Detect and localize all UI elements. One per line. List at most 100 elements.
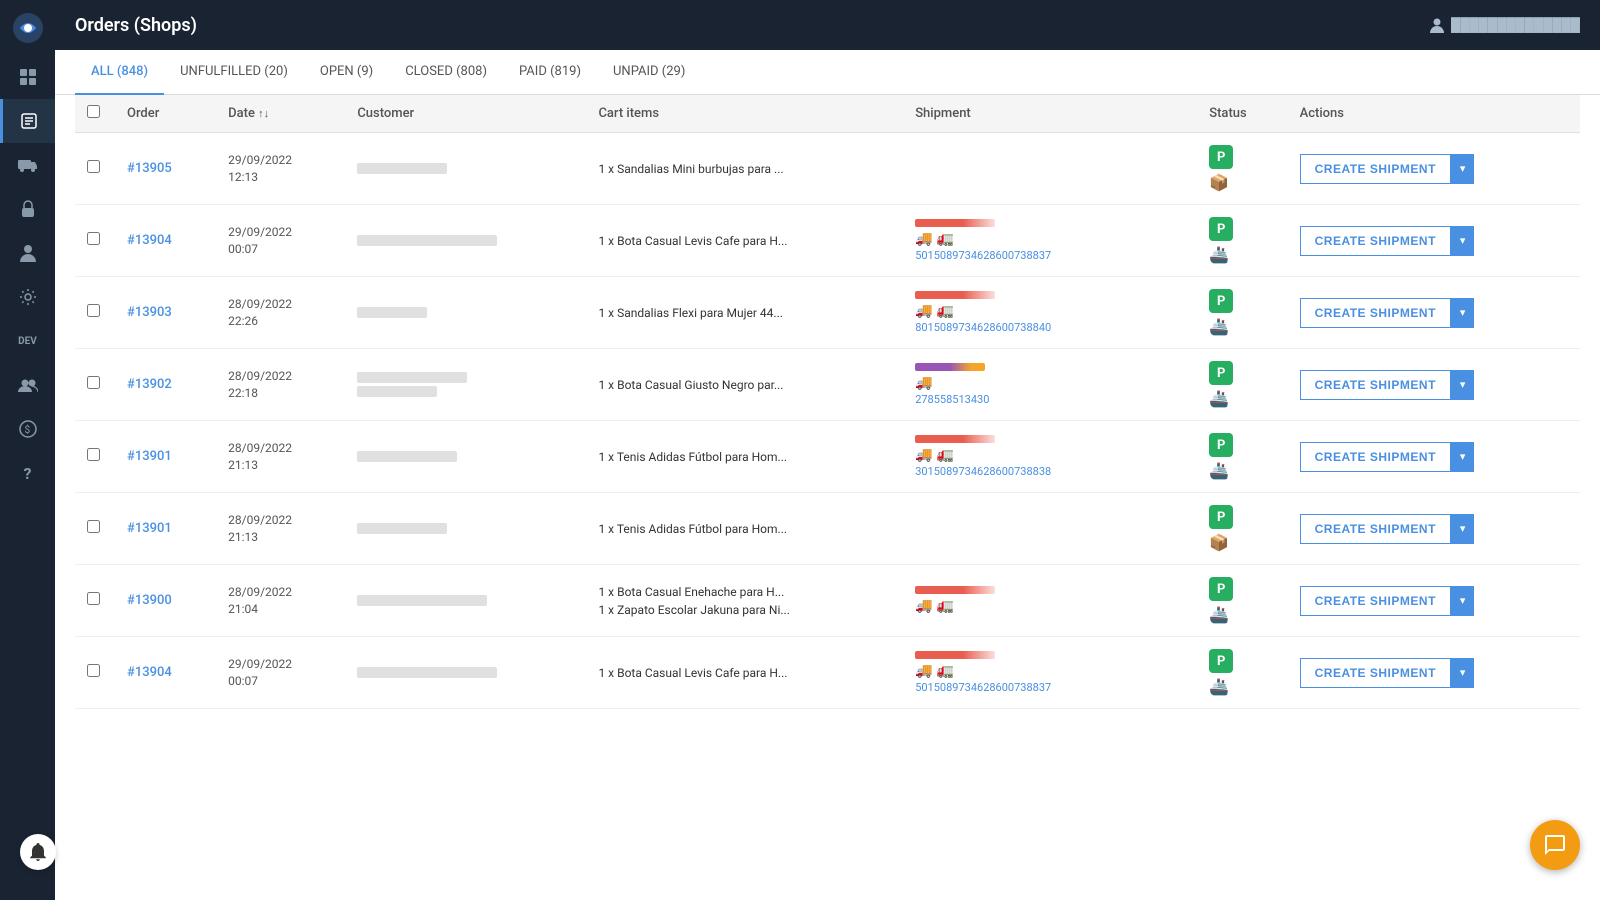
customer-name bbox=[357, 372, 467, 383]
create-shipment-button[interactable]: CREATE SHIPMENT bbox=[1300, 514, 1451, 544]
cart-item-text: 1 x Bota Casual Giusto Negro par... bbox=[598, 376, 891, 394]
cart-item-text: 1 x Sandalias Mini burbujas para ... bbox=[598, 160, 891, 178]
table-row: #1390328/09/202222:261 x Sandalias Flexi… bbox=[75, 277, 1580, 349]
cart-item-text: 1 x Tenis Adidas Fútbol para Hom... bbox=[598, 448, 891, 466]
cart-item-text: 1 x Bota Casual Enehache para H... bbox=[598, 583, 891, 601]
row-checkbox-4[interactable] bbox=[87, 448, 100, 461]
shipment-icon-row: 🚚 🚛 bbox=[915, 447, 1185, 463]
order-date: 29/09/202200:07 bbox=[228, 224, 333, 258]
orders-table: Order Date ↑↓ Customer Cart items Shipme… bbox=[75, 95, 1580, 709]
order-link[interactable]: #13904 bbox=[127, 233, 172, 248]
shipment-icon-row: 🚚 🚛 bbox=[915, 303, 1185, 319]
table-row: #1390128/09/202221:131 x Tenis Adidas Fú… bbox=[75, 421, 1580, 493]
status-badge-paid: P bbox=[1209, 361, 1233, 385]
shipment-icon-row: 🚚 🚛 bbox=[915, 231, 1185, 247]
sidebar-team-icon[interactable] bbox=[0, 363, 55, 407]
order-tabs: ALL (848) UNFULFILLED (20) OPEN (9) CLOS… bbox=[55, 50, 1600, 95]
logo[interactable] bbox=[0, 0, 55, 55]
sidebar-help-icon[interactable]: ? bbox=[0, 451, 55, 495]
row-checkbox-1[interactable] bbox=[87, 232, 100, 245]
select-all-checkbox[interactable] bbox=[87, 105, 100, 118]
create-shipment-dropdown[interactable]: ▾ bbox=[1451, 586, 1475, 616]
status-cell: P 📦 bbox=[1209, 145, 1275, 192]
content-area: ALL (848) UNFULFILLED (20) OPEN (9) CLOS… bbox=[55, 50, 1600, 900]
topbar: Orders (Shops) ██████████████ bbox=[55, 0, 1600, 50]
select-all-header[interactable] bbox=[75, 95, 115, 133]
cart-item-text: 1 x Zapato Escolar Jakuna para Ni... bbox=[598, 601, 891, 619]
create-shipment-dropdown[interactable]: ▾ bbox=[1451, 442, 1475, 472]
tab-closed[interactable]: CLOSED (808) bbox=[389, 50, 503, 95]
cart-item-text: 1 x Sandalias Flexi para Mujer 44... bbox=[598, 304, 891, 322]
order-link[interactable]: #13903 bbox=[127, 305, 172, 320]
user-name: ██████████████ bbox=[1451, 17, 1580, 33]
create-shipment-dropdown[interactable]: ▾ bbox=[1451, 298, 1475, 328]
create-shipment-button[interactable]: CREATE SHIPMENT bbox=[1300, 154, 1451, 184]
create-shipment-dropdown[interactable]: ▾ bbox=[1451, 154, 1475, 184]
order-link[interactable]: #13905 bbox=[127, 161, 172, 176]
shipment-label-bar bbox=[915, 651, 1185, 659]
order-link[interactable]: #13902 bbox=[127, 377, 172, 392]
sidebar-orders-icon[interactable] bbox=[0, 99, 55, 143]
order-link[interactable]: #13904 bbox=[127, 665, 172, 680]
table-row: #1390529/09/202212:131 x Sandalias Mini … bbox=[75, 133, 1580, 205]
tab-unpaid[interactable]: UNPAID (29) bbox=[597, 50, 701, 95]
status-cell: P 🚢 bbox=[1209, 433, 1275, 480]
status-badge-paid: P bbox=[1209, 433, 1233, 457]
user-menu[interactable]: ██████████████ bbox=[1429, 17, 1580, 33]
shipment-label-bar bbox=[915, 219, 1185, 227]
actions-column-header: Actions bbox=[1288, 95, 1580, 133]
status-icon-ship: 🚢 bbox=[1209, 245, 1229, 264]
order-date: 29/09/202200:07 bbox=[228, 656, 333, 690]
sidebar-grid-icon[interactable] bbox=[0, 55, 55, 99]
order-link[interactable]: #13901 bbox=[127, 521, 172, 536]
order-date: 28/09/202221:04 bbox=[228, 584, 333, 618]
create-shipment-button[interactable]: CREATE SHIPMENT bbox=[1300, 226, 1451, 256]
sidebar-dev-icon[interactable]: DEV bbox=[0, 319, 55, 363]
create-shipment-dropdown[interactable]: ▾ bbox=[1451, 658, 1475, 688]
tab-paid[interactable]: PAID (819) bbox=[503, 50, 597, 95]
row-checkbox-7[interactable] bbox=[87, 664, 100, 677]
tab-unfulfilled[interactable]: UNFULFILLED (20) bbox=[164, 50, 304, 95]
order-link[interactable]: #13901 bbox=[127, 449, 172, 464]
row-checkbox-3[interactable] bbox=[87, 376, 100, 389]
order-column-header: Order bbox=[115, 95, 216, 133]
create-shipment-button[interactable]: CREATE SHIPMENT bbox=[1300, 370, 1451, 400]
date-column-header[interactable]: Date ↑↓ bbox=[216, 95, 345, 133]
create-shipment-button[interactable]: CREATE SHIPMENT bbox=[1300, 442, 1451, 472]
create-shipment-dropdown[interactable]: ▾ bbox=[1451, 514, 1475, 544]
row-checkbox-0[interactable] bbox=[87, 160, 100, 173]
sidebar-truck-icon[interactable] bbox=[0, 143, 55, 187]
row-checkbox-2[interactable] bbox=[87, 304, 100, 317]
chat-button[interactable] bbox=[1530, 820, 1580, 870]
create-shipment-button[interactable]: CREATE SHIPMENT bbox=[1300, 298, 1451, 328]
tab-all[interactable]: ALL (848) bbox=[75, 50, 164, 95]
action-btn-group: CREATE SHIPMENT ▾ bbox=[1300, 586, 1568, 616]
create-shipment-button[interactable]: CREATE SHIPMENT bbox=[1300, 658, 1451, 688]
sidebar-settings-icon[interactable] bbox=[0, 275, 55, 319]
create-shipment-dropdown[interactable]: ▾ bbox=[1451, 370, 1475, 400]
shipment-column-header: Shipment bbox=[903, 95, 1197, 133]
status-badge-paid: P bbox=[1209, 505, 1233, 529]
create-shipment-dropdown[interactable]: ▾ bbox=[1451, 226, 1475, 256]
cart-item-text: 1 x Tenis Adidas Fútbol para Hom... bbox=[598, 520, 891, 538]
create-shipment-button[interactable]: CREATE SHIPMENT bbox=[1300, 586, 1451, 616]
status-cell: P 🚢 bbox=[1209, 577, 1275, 624]
tab-open[interactable]: OPEN (9) bbox=[304, 50, 389, 95]
sidebar-person-icon[interactable] bbox=[0, 231, 55, 275]
shipment-icon-row: 🚚 bbox=[915, 375, 1185, 391]
shipment-label-bar bbox=[915, 363, 1185, 371]
cart-items-column-header: Cart items bbox=[586, 95, 903, 133]
sidebar-billing-icon[interactable]: $ bbox=[0, 407, 55, 451]
status-badge-paid: P bbox=[1209, 289, 1233, 313]
cart-item-text: 1 x Bota Casual Levis Cafe para H... bbox=[598, 232, 891, 250]
row-checkbox-5[interactable] bbox=[87, 520, 100, 533]
tracking-number: 501508973462860073883​7 bbox=[915, 249, 1185, 262]
customer-name bbox=[357, 235, 497, 246]
row-checkbox-6[interactable] bbox=[87, 592, 100, 605]
tracking-number: 301508973462860073883​8 bbox=[915, 465, 1185, 478]
sidebar-lock-icon[interactable] bbox=[0, 187, 55, 231]
table-row: #1390429/09/202200:071 x Bota Casual Lev… bbox=[75, 637, 1580, 709]
customer-name bbox=[357, 307, 427, 318]
notification-button[interactable] bbox=[20, 834, 56, 870]
order-link[interactable]: #13900 bbox=[127, 593, 172, 608]
